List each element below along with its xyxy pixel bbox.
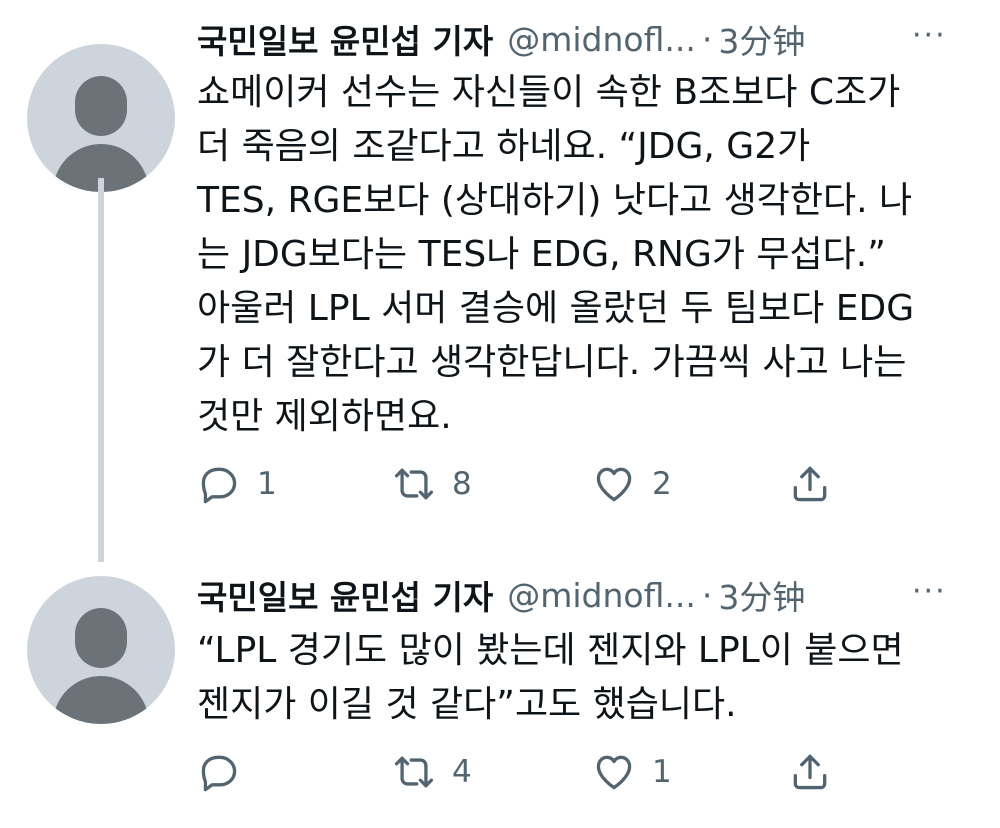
share-icon xyxy=(793,466,827,502)
separator: · xyxy=(701,575,713,615)
more-options-icon[interactable]: ··· xyxy=(912,574,947,609)
retweet-icon xyxy=(394,468,434,500)
retweet-button[interactable]: 4 xyxy=(392,750,472,794)
separator: · xyxy=(701,19,713,59)
default-avatar-icon xyxy=(75,76,127,136)
share-button[interactable] xyxy=(788,462,832,506)
tweet-header: 국민일보 윤민섭 기자 @midnofl... · 3分钟 xyxy=(197,14,805,64)
reply-icon xyxy=(201,467,237,504)
like-count: 1 xyxy=(652,754,672,790)
timestamp[interactable]: 3分钟 xyxy=(718,15,805,63)
tweet-actions: 4 1 xyxy=(0,750,1000,800)
reply-count: 1 xyxy=(257,466,277,502)
like-count: 2 xyxy=(652,466,672,502)
author-name[interactable]: 국민일보 윤민섭 기자 xyxy=(197,571,493,619)
retweet-count: 8 xyxy=(452,466,472,502)
author-handle[interactable]: @midnofl... xyxy=(507,576,696,615)
retweet-icon xyxy=(394,756,434,788)
reply-button[interactable] xyxy=(197,750,257,794)
timestamp[interactable]: 3分钟 xyxy=(718,571,805,619)
tweet-actions: 1 8 2 xyxy=(0,462,1000,512)
author-handle[interactable]: @midnofl... xyxy=(507,20,696,59)
reply-button[interactable]: 1 xyxy=(197,462,277,506)
avatar[interactable] xyxy=(27,44,175,192)
tweet-text: “LPL 경기도 많이 봤는데 젠지와 LPL이 붙으면 젠지가 이길 것 같다… xyxy=(197,630,904,725)
like-button[interactable]: 2 xyxy=(592,462,672,506)
tweet-header: 국민일보 윤민섭 기자 @midnofl... · 3分钟 xyxy=(197,570,805,620)
more-options-icon[interactable]: ··· xyxy=(912,18,947,53)
default-avatar-icon xyxy=(75,608,127,668)
tweet-text: 쇼메이커 선수는 자신들이 속한 B조보다 C조가 더 죽음의 조같다고 하네요… xyxy=(197,72,915,437)
like-button[interactable]: 1 xyxy=(592,750,672,794)
heart-icon xyxy=(596,467,632,502)
heart-icon xyxy=(596,755,632,790)
share-icon xyxy=(793,754,827,790)
retweet-count: 4 xyxy=(452,754,472,790)
avatar[interactable] xyxy=(27,576,175,724)
reply-icon xyxy=(201,755,237,792)
author-name[interactable]: 국민일보 윤민섭 기자 xyxy=(197,15,493,63)
share-button[interactable] xyxy=(788,750,832,794)
retweet-button[interactable]: 8 xyxy=(392,462,472,506)
